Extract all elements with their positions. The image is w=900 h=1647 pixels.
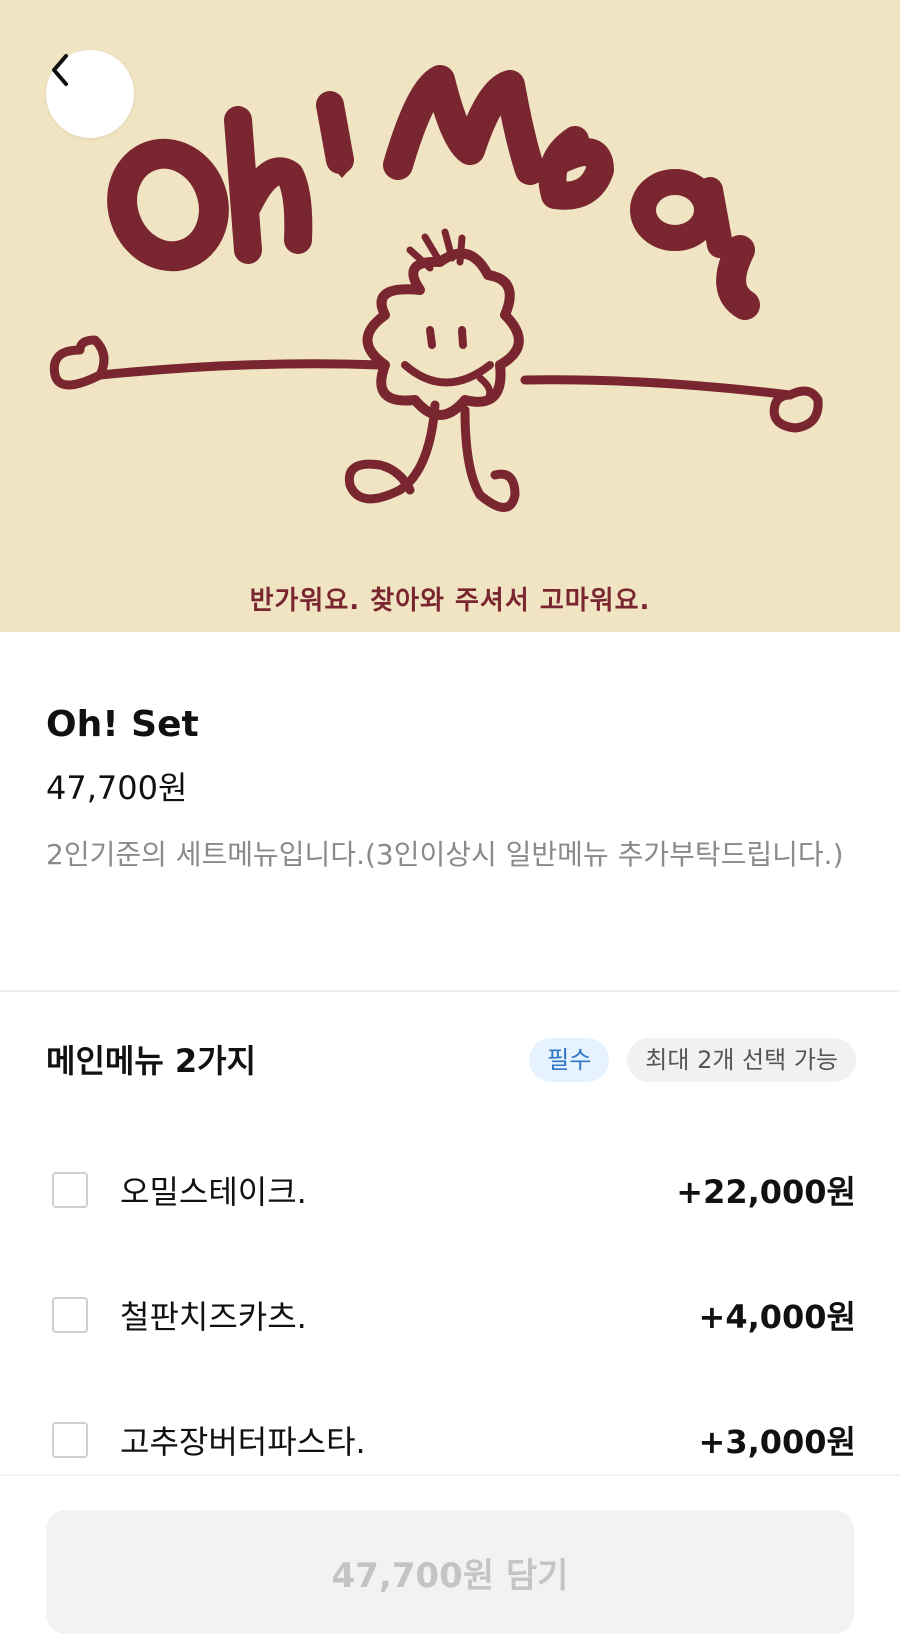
option-group-header: 메인메뉴 2가지 필수 최대 2개 선택 가능 bbox=[46, 1036, 856, 1086]
option-checkbox[interactable] bbox=[52, 1297, 88, 1333]
chevron-left-icon bbox=[52, 54, 68, 86]
option-name: 철판치즈카츠. bbox=[120, 1298, 307, 1336]
option-row-steak[interactable]: 오밀스테이크. +22,000원 bbox=[46, 1160, 856, 1220]
hero-caption: 반가워요. 찾아와 주셔서 고마워요. bbox=[249, 586, 651, 616]
option-group-title: 메인메뉴 2가지 bbox=[46, 1042, 257, 1080]
limit-badge: 최대 2개 선택 가능 bbox=[627, 1038, 856, 1082]
option-price: +3,000원 bbox=[698, 1423, 856, 1461]
option-name: 고추장버터파스타. bbox=[120, 1423, 366, 1461]
option-checkbox[interactable] bbox=[52, 1422, 88, 1458]
option-checkbox[interactable] bbox=[52, 1172, 88, 1208]
item-description: 2인기준의 세트메뉴입니다.(3인이상시 일반메뉴 추가부탁드립니다.) bbox=[46, 838, 844, 871]
oh-meal-logo-illustration bbox=[49, 65, 823, 512]
option-price: +22,000원 bbox=[676, 1173, 856, 1211]
option-row-gochujang-pasta[interactable]: 고추장버터파스타. +3,000원 bbox=[46, 1410, 856, 1470]
required-badge: 필수 bbox=[529, 1038, 610, 1082]
item-price: 47,700원 bbox=[46, 769, 188, 807]
bottom-bar: 47,700원 담기 bbox=[0, 1474, 900, 1647]
back-button[interactable] bbox=[46, 50, 134, 138]
item-title: Oh! Set bbox=[46, 704, 199, 745]
section-divider bbox=[0, 990, 900, 992]
option-price: +4,000원 bbox=[698, 1298, 856, 1336]
hero-image: 반가워요. 찾아와 주셔서 고마워요. bbox=[0, 0, 900, 632]
option-row-cheese-katsu[interactable]: 철판치즈카츠. +4,000원 bbox=[46, 1285, 856, 1345]
option-name: 오밀스테이크. bbox=[120, 1173, 307, 1211]
add-to-cart-button[interactable]: 47,700원 담기 bbox=[46, 1510, 854, 1634]
item-info: Oh! Set 47,700원 2인기준의 세트메뉴입니다.(3인이상시 일반메… bbox=[46, 700, 856, 878]
